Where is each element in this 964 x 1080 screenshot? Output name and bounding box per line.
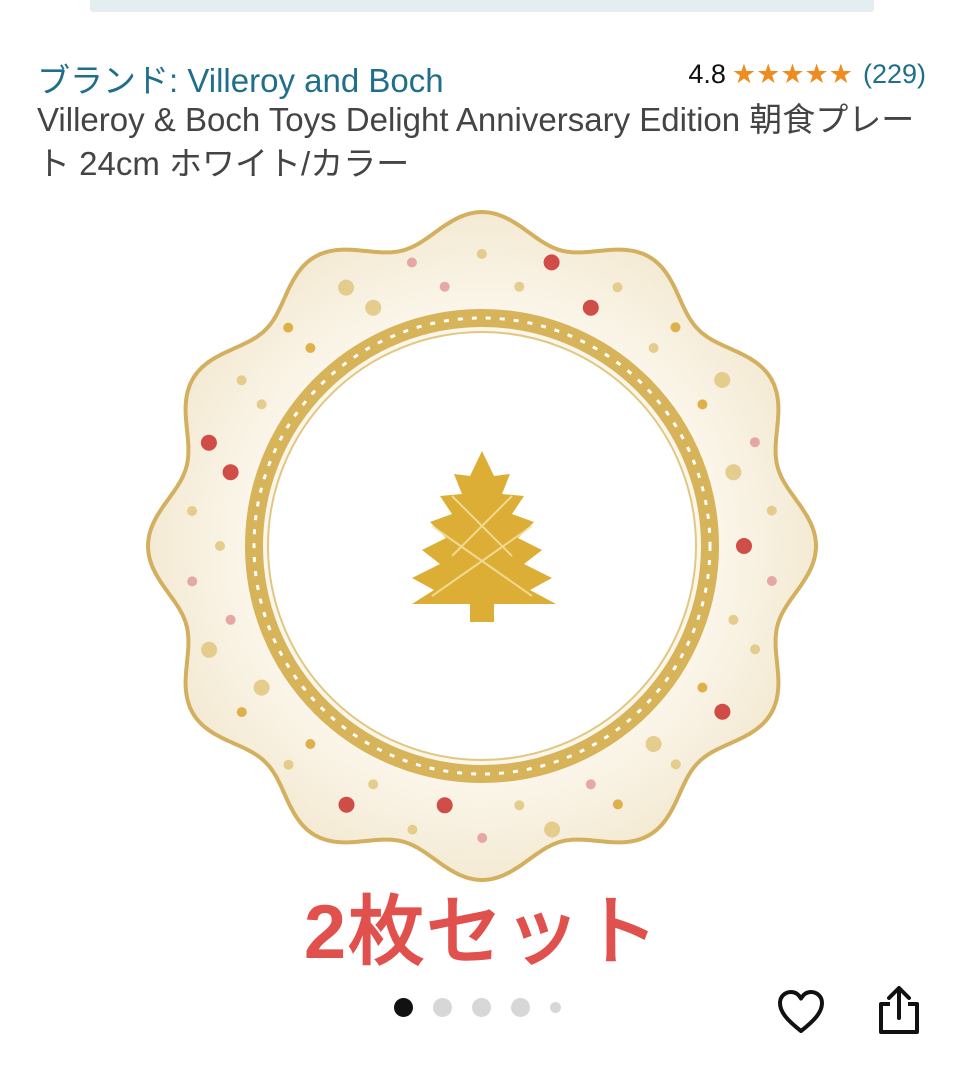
star-icon: ★ bbox=[828, 58, 853, 89]
heart-icon[interactable] bbox=[777, 989, 825, 1035]
product-image-plate[interactable] bbox=[132, 196, 832, 896]
rating-summary[interactable]: 4.8 ★ ★ ★ ★ ★ (229) bbox=[688, 56, 926, 92]
share-icon[interactable] bbox=[876, 984, 922, 1036]
carousel-dots[interactable] bbox=[394, 998, 581, 1017]
star-icon: ★ bbox=[756, 58, 781, 89]
carousel-dot[interactable] bbox=[394, 998, 413, 1017]
carousel-dot[interactable] bbox=[472, 998, 491, 1017]
star-rating: ★ ★ ★ ★ ★ bbox=[731, 58, 853, 89]
carousel-dot[interactable] bbox=[511, 998, 530, 1017]
star-icon: ★ bbox=[780, 58, 805, 89]
promo-text: 2枚セット bbox=[303, 890, 661, 975]
brand-link[interactable]: ブランド: Villeroy and Boch bbox=[37, 54, 444, 102]
carousel-dot[interactable] bbox=[550, 1002, 561, 1013]
top-banner bbox=[90, 0, 874, 12]
rating-value: 4.8 bbox=[688, 58, 726, 89]
review-count-link[interactable]: (229) bbox=[863, 59, 926, 90]
product-title: Villeroy & Boch Toys Delight Anniversary… bbox=[37, 101, 915, 182]
star-icon: ★ bbox=[804, 58, 829, 89]
carousel-dot[interactable] bbox=[433, 998, 452, 1017]
star-icon: ★ bbox=[731, 58, 757, 89]
